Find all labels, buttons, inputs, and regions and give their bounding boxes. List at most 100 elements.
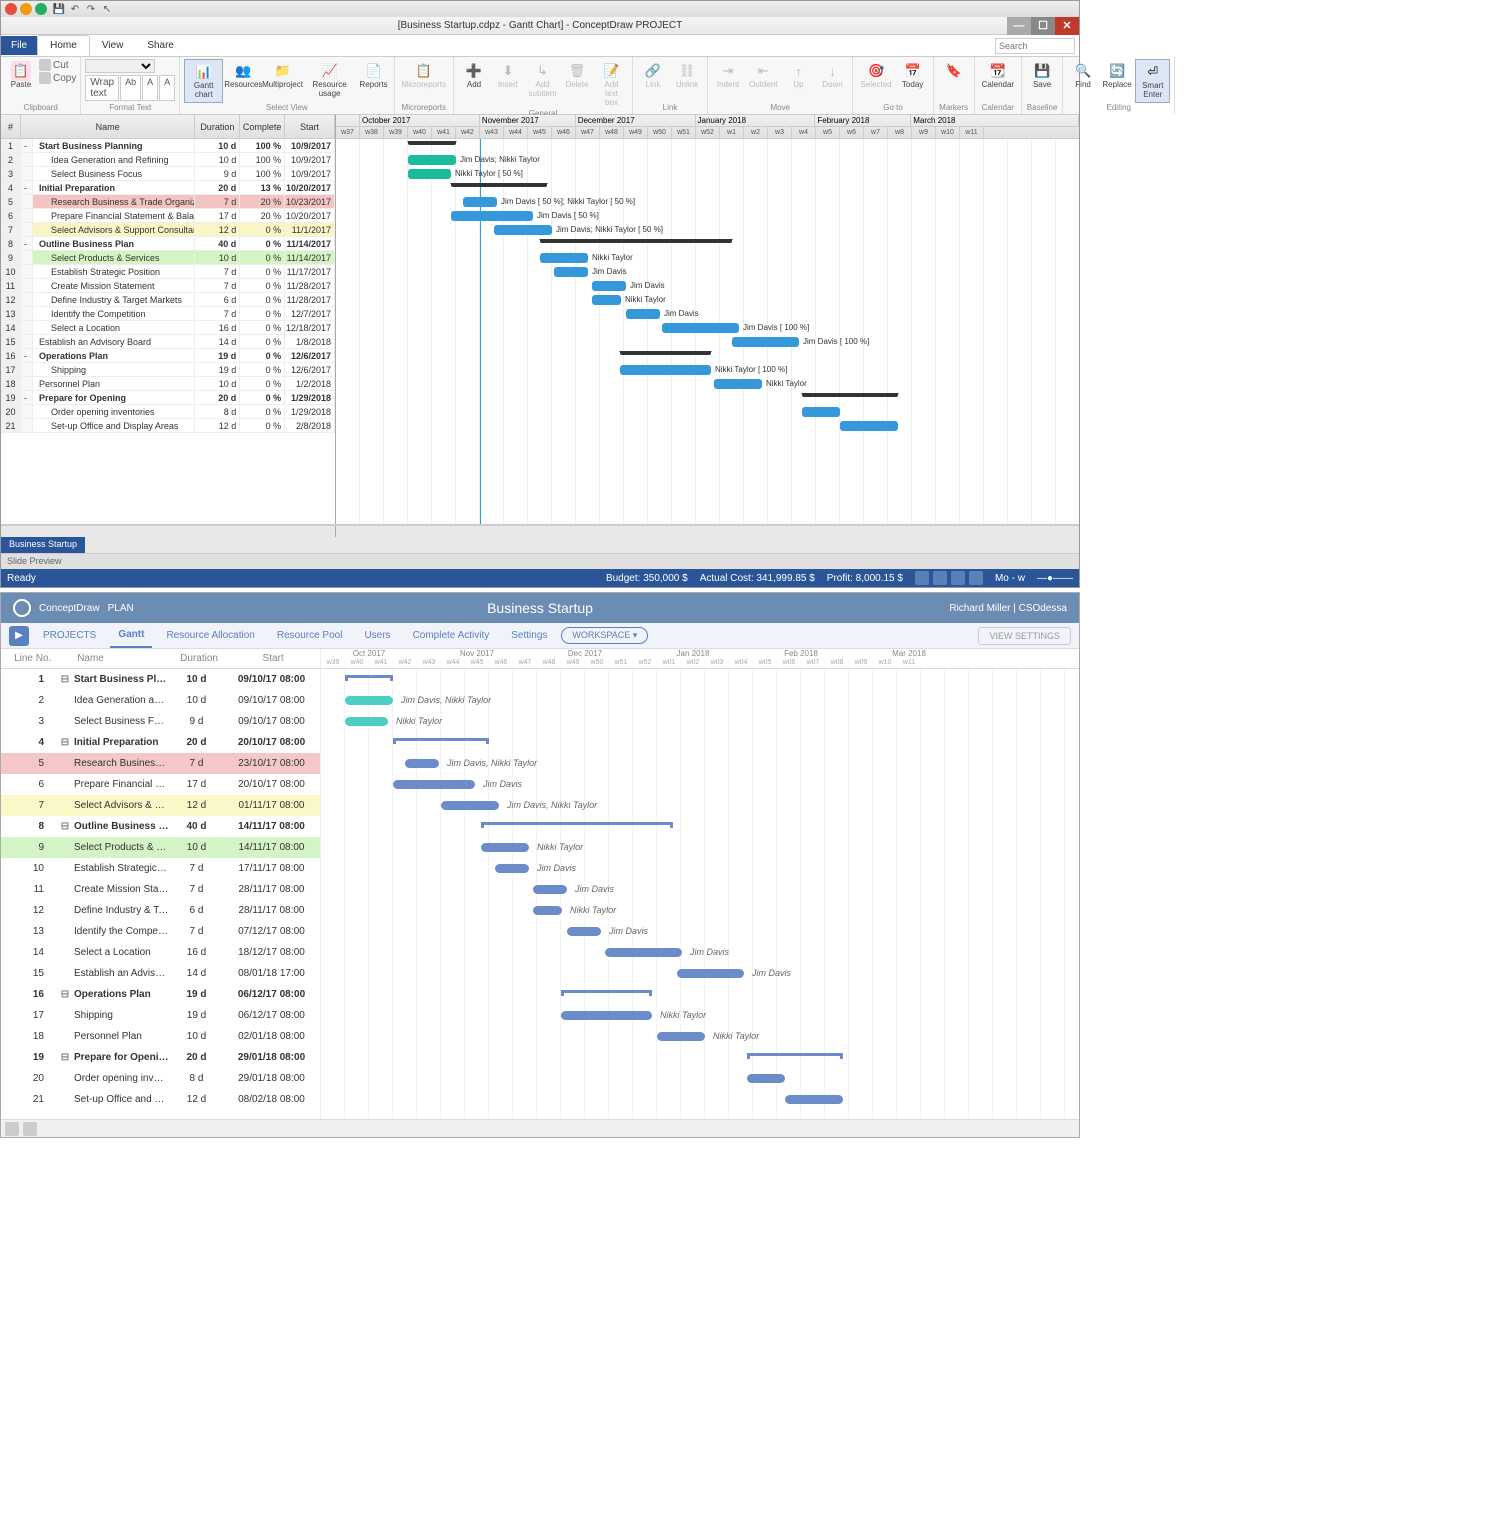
table-row[interactable]: 9Select Products & Ser...10 d14/11/17 08… — [1, 837, 320, 858]
slide-preview-bar[interactable]: Slide Preview — [1, 553, 1079, 569]
nav-resource-pool[interactable]: Resource Pool — [269, 624, 351, 647]
table-row[interactable]: 3Select Business Focus9 d09/10/17 08:00 — [1, 711, 320, 732]
plan-user[interactable]: Richard Miller | CSOdessa — [949, 603, 1067, 614]
table-row[interactable]: 19-Prepare for Opening20 d0 %1/29/2018 — [1, 391, 335, 405]
gantt-bar[interactable] — [393, 738, 489, 741]
table-row[interactable]: 13Identify the Competiti...7 d07/12/17 0… — [1, 921, 320, 942]
nav-settings[interactable]: Settings — [503, 624, 555, 647]
table-row[interactable]: 12Define Industry & Tar...6 d28/11/17 08… — [1, 900, 320, 921]
nav-projects[interactable]: PROJECTS — [35, 624, 104, 647]
gantt-bar[interactable] — [463, 197, 497, 207]
col-name[interactable]: Name — [21, 115, 195, 138]
workspace-dropdown[interactable]: WORKSPACE ▾ — [561, 627, 648, 644]
gantt-bar[interactable] — [481, 843, 529, 852]
gantt-bar[interactable] — [494, 225, 552, 235]
table-row[interactable]: 15Establish an Advisory Board14 d0 %1/8/… — [1, 335, 335, 349]
view-icon-4[interactable] — [969, 571, 983, 585]
prev-icon[interactable] — [5, 1122, 19, 1136]
search-input[interactable] — [995, 38, 1075, 54]
gantt-bar[interactable] — [732, 337, 799, 347]
smart-enter-button[interactable]: ⏎Smart Enter — [1135, 59, 1170, 103]
today-button[interactable]: 📅Today — [897, 59, 929, 92]
table-row[interactable]: 12Define Industry & Target Markets6 d0 %… — [1, 293, 335, 307]
nav-users[interactable]: Users — [356, 624, 398, 647]
table-row[interactable]: 14Select a Location16 d18/12/17 08:00 — [1, 942, 320, 963]
table-row[interactable]: 5Research Business & Trade Organizations… — [1, 195, 335, 209]
gantt-bar[interactable] — [393, 780, 475, 789]
gantt-bar[interactable] — [481, 822, 673, 825]
file-tab[interactable]: File — [1, 36, 37, 55]
minimize-button[interactable]: — — [1007, 17, 1031, 35]
replace-button[interactable]: 🔄Replace — [1101, 59, 1133, 92]
mac-close-icon[interactable] — [5, 3, 17, 15]
format-ab[interactable]: Ab — [120, 75, 141, 101]
gantt-bar[interactable] — [747, 1074, 785, 1083]
col-duration[interactable]: Duration — [195, 115, 240, 138]
gantt-bar[interactable] — [840, 421, 898, 431]
baseline-save-button[interactable]: 💾Save — [1026, 59, 1058, 92]
table-row[interactable]: 10Establish Strategic Po...7 d17/11/17 0… — [1, 858, 320, 879]
wrap-text-button[interactable]: Wrap text — [85, 75, 119, 101]
next-icon[interactable] — [23, 1122, 37, 1136]
redo-icon[interactable]: ↷ — [84, 2, 98, 16]
gantt-bar[interactable] — [345, 717, 388, 726]
plan-col-name[interactable]: Name — [73, 653, 172, 664]
table-row[interactable]: 13Identify the Competition7 d0 %12/7/201… — [1, 307, 335, 321]
table-row[interactable]: 6Prepare Financial Statement & Balance S… — [1, 209, 335, 223]
gantt-bar[interactable] — [451, 211, 533, 221]
zoom-slider[interactable]: —●—— — [1037, 573, 1073, 584]
gantt-bar[interactable] — [605, 948, 682, 957]
table-row[interactable]: 15Establish an Advisory Bo...14 d08/01/1… — [1, 963, 320, 984]
plan-gantt-chart[interactable]: Oct 2017Nov 2017Dec 2017Jan 2018Feb 2018… — [321, 649, 1079, 1119]
view-tab[interactable]: View — [90, 36, 136, 55]
outdent-button[interactable]: ⇤Outdent — [746, 59, 780, 92]
gantt-bar[interactable] — [408, 169, 451, 179]
gantt-bar[interactable] — [451, 183, 547, 187]
gantt-bar[interactable] — [495, 864, 529, 873]
gantt-bar[interactable] — [802, 407, 840, 417]
delete-button[interactable]: 🗑Delete — [561, 59, 593, 92]
add-text-box-button[interactable]: 📝Add text box — [595, 59, 628, 109]
table-row[interactable]: 21Set-up Office and Dis...12 d08/02/18 0… — [1, 1089, 320, 1110]
share-tab[interactable]: Share — [135, 36, 186, 55]
col-num[interactable]: # — [1, 115, 21, 138]
table-row[interactable]: 3Select Business Focus9 d100 %10/9/2017 — [1, 167, 335, 181]
col-start[interactable]: Start — [285, 115, 335, 138]
gantt-bar[interactable] — [533, 906, 562, 915]
gantt-bar[interactable] — [567, 927, 601, 936]
nav-gantt[interactable]: Gantt — [110, 623, 152, 648]
gantt-bar[interactable] — [540, 253, 588, 263]
table-row[interactable]: 20Order opening inventories8 d0 %1/29/20… — [1, 405, 335, 419]
nav-complete-activity[interactable]: Complete Activity — [405, 624, 498, 647]
mac-zoom-icon[interactable] — [35, 3, 47, 15]
view-settings-button[interactable]: VIEW SETTINGS — [978, 627, 1071, 645]
resource-usage-button[interactable]: 📈Resource usage — [304, 59, 356, 101]
add-button[interactable]: ➕Add — [458, 59, 490, 92]
table-row[interactable]: 18Personnel Plan10 d0 %1/2/2018 — [1, 377, 335, 391]
gantt-bar[interactable] — [533, 885, 567, 894]
gantt-bar[interactable] — [405, 759, 439, 768]
gantt-bar[interactable] — [592, 281, 626, 291]
table-row[interactable]: 17Shipping19 d0 %12/6/2017 — [1, 363, 335, 377]
gantt-bar[interactable] — [408, 155, 456, 165]
gantt-bar[interactable] — [408, 141, 456, 145]
cut-button[interactable]: Cut — [39, 59, 76, 71]
undo-icon[interactable]: ↶ — [68, 2, 82, 16]
gantt-bar[interactable] — [561, 990, 652, 993]
selected-button[interactable]: 🎯Selected — [857, 59, 894, 92]
table-row[interactable]: 1-Start Business Planning10 d100 %10/9/2… — [1, 139, 335, 153]
gantt-bar[interactable] — [592, 295, 621, 305]
gantt-bar[interactable] — [714, 379, 762, 389]
dec-font[interactable]: A — [159, 75, 175, 101]
table-row[interactable]: 19⊟Prepare for Opening20 d29/01/18 08:00 — [1, 1047, 320, 1068]
table-row[interactable]: 7Select Advisors & Sup...12 d01/11/17 08… — [1, 795, 320, 816]
table-row[interactable]: 8⊟Outline Business Plan40 d14/11/17 08:0… — [1, 816, 320, 837]
plan-col-start[interactable]: Start — [226, 653, 320, 664]
reports-button[interactable]: 📄Reports — [358, 59, 390, 92]
mac-minimize-icon[interactable] — [20, 3, 32, 15]
table-row[interactable]: 17Shipping19 d06/12/17 08:00 — [1, 1005, 320, 1026]
pointer-icon[interactable]: ↖ — [100, 2, 114, 16]
down-button[interactable]: ↓Down — [816, 59, 848, 92]
gantt-bar[interactable] — [657, 1032, 705, 1041]
gantt-chart-button[interactable]: 📊Gantt chart — [184, 59, 223, 103]
